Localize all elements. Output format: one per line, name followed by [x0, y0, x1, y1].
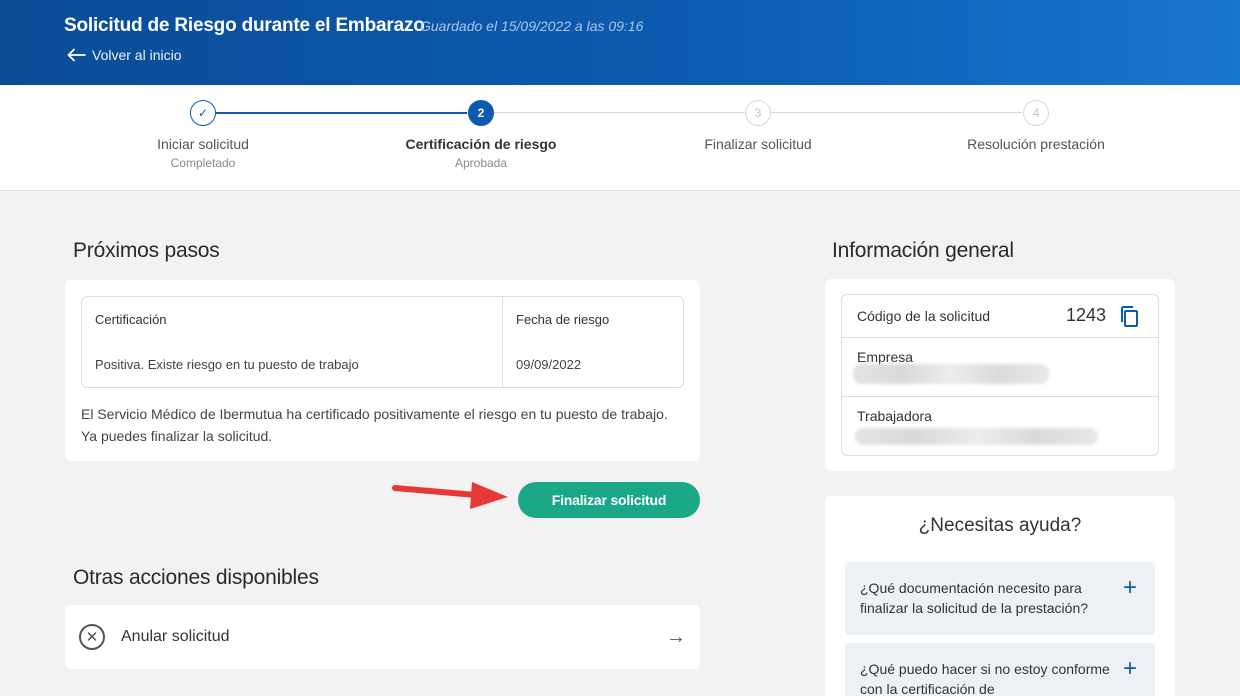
request-code-row: Código de la solicitud 1243	[842, 295, 1158, 338]
certification-table: Certificación Fecha de riesgo Positiva. …	[81, 296, 684, 388]
saved-status: Guardado el 15/09/2022 a las 09:16	[420, 18, 644, 34]
app-header: Solicitud de Riesgo durante el Embarazo …	[0, 0, 1240, 85]
risk-date: 09/09/2022	[516, 357, 582, 372]
step-label: Iniciar solicitud	[157, 136, 249, 152]
step-finalizar-solicitud: 3 Finalizar solicitud	[658, 100, 858, 152]
step-resolucion-prestacion: 4 Resolución prestación	[936, 100, 1136, 152]
worker-value-redacted	[855, 428, 1098, 445]
arrow-left-icon	[67, 48, 86, 62]
arrow-right-icon: →	[666, 625, 686, 648]
red-arrow-annotation	[392, 482, 508, 509]
request-code-label: Código de la solicitud	[857, 308, 991, 324]
plus-icon[interactable]: +	[1123, 657, 1137, 681]
step-label: Certificación de riesgo	[405, 136, 557, 152]
finalize-request-button[interactable]: Finalizar solicitud	[518, 482, 700, 518]
copy-icon[interactable]	[1118, 305, 1140, 329]
step-label: Finalizar solicitud	[704, 136, 812, 152]
company-value-redacted	[853, 364, 1049, 384]
step-iniciar-solicitud: ✓ Iniciar solicitud Completado	[103, 100, 303, 170]
request-code-value: 1243	[1065, 305, 1106, 325]
general-info-box: Código de la solicitud 1243 Empresa Trab…	[841, 294, 1159, 456]
progress-stepper: ✓ Iniciar solicitud Completado 2 Certifi…	[0, 85, 1240, 191]
column-header-fecha: Fecha de riesgo	[516, 312, 610, 327]
help-heading: ¿Necesitas ayuda?	[918, 515, 1082, 536]
step-number: 2	[468, 100, 494, 126]
other-actions-heading: Otras acciones disponibles	[73, 566, 319, 589]
general-info-card: Código de la solicitud 1243 Empresa Trab…	[825, 279, 1175, 471]
step-number: 4	[1023, 100, 1049, 126]
faq-question: ¿Qué puedo hacer si no estoy conforme co…	[860, 661, 1110, 696]
worker-row: Trabajadora	[842, 397, 1158, 455]
step-number: 3	[745, 100, 771, 126]
back-label: Volver al inicio	[92, 47, 182, 63]
plus-icon[interactable]: +	[1123, 576, 1137, 600]
cancel-circle-icon: ✕	[79, 624, 105, 650]
company-label: Empresa	[857, 349, 914, 365]
help-card: ¿Necesitas ayuda? ¿Qué documentación nec…	[825, 496, 1175, 696]
cancel-request-card[interactable]: ✕ Anular solicitud →	[65, 605, 700, 669]
table-header-row: Certificación Fecha de riesgo	[82, 297, 683, 342]
cancel-request-label: Anular solicitud	[121, 628, 230, 645]
step-status: Completado	[170, 156, 236, 170]
check-icon: ✓	[190, 100, 216, 126]
worker-label: Trabajadora	[857, 408, 932, 424]
step-certificacion-riesgo: 2 Certificación de riesgo Aprobada	[381, 100, 581, 170]
next-steps-card: Certificación Fecha de riesgo Positiva. …	[65, 280, 700, 461]
table-row: Positiva. Existe riesgo en tu puesto de …	[82, 342, 683, 387]
company-row: Empresa	[842, 338, 1158, 397]
certification-note: El Servicio Médico de Ibermutua ha certi…	[81, 406, 668, 444]
general-info-heading: Información general	[832, 239, 1014, 262]
column-header-certificacion: Certificación	[82, 297, 503, 342]
step-label: Resolución prestación	[967, 136, 1105, 152]
cancel-request-row[interactable]: ✕ Anular solicitud →	[65, 605, 700, 669]
back-to-home-link[interactable]: Volver al inicio	[66, 47, 182, 63]
next-steps-heading: Próximos pasos	[73, 239, 220, 262]
step-status: Aprobada	[454, 156, 508, 170]
faq-question: ¿Qué documentación necesito para finaliz…	[860, 580, 1089, 616]
certification-result: Positiva. Existe riesgo en tu puesto de …	[82, 342, 503, 387]
faq-item[interactable]: ¿Qué documentación necesito para finaliz…	[845, 562, 1155, 635]
faq-item[interactable]: ¿Qué puedo hacer si no estoy conforme co…	[845, 643, 1155, 696]
page-title: Solicitud de Riesgo durante el Embarazo	[64, 15, 425, 36]
